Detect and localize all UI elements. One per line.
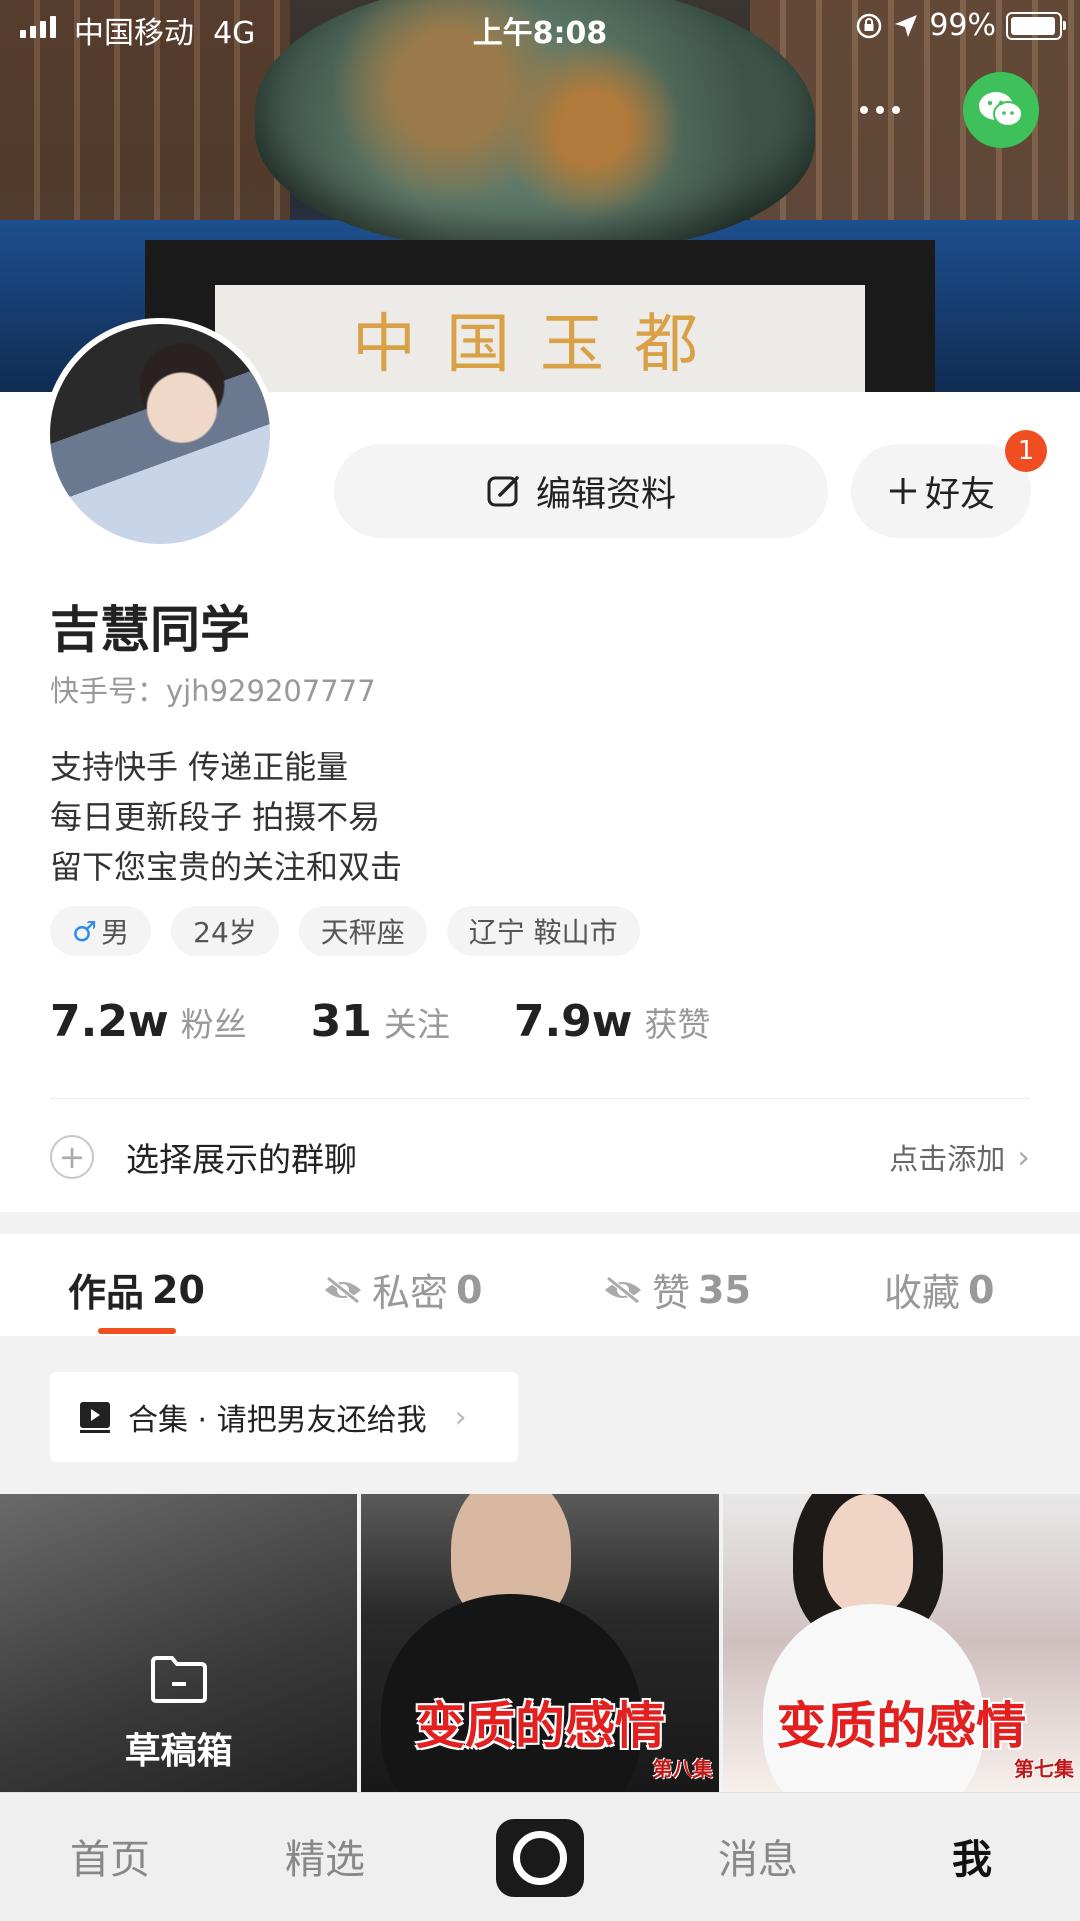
nav-me[interactable]: 我 [952,1827,992,1885]
collection-entry[interactable]: 合集 · 请把男友还给我 › [50,1372,518,1462]
male-icon: ♂ [72,914,98,948]
video-episode: 第七集 [1013,1757,1074,1781]
status-right: 99% [855,8,1066,43]
lock-rotation-icon [857,13,882,38]
group-chat-action[interactable]: 点击添加 [889,1136,1005,1178]
bio-line: 支持快手 传递正能量 [50,748,349,786]
video-episode: 第八集 [652,1757,713,1781]
edit-profile-label: 编辑资料 [535,474,676,515]
plus-icon [889,478,916,504]
folder-icon [150,1656,207,1703]
battery-percent: 99% [929,8,996,43]
video-tile[interactable]: 变质的感情 第七集 [722,1494,1080,1792]
profile-bio: 支持快手 传递正能量 每日更新段子 拍摄不易 留下您宝贵的关注和双击 [50,742,402,892]
nav-home[interactable]: 首页 [70,1827,150,1885]
profile-stats: 7.2w 粉丝 31 关注 7.9w 获赞 [50,996,774,1047]
video-tile[interactable]: 变质的感情 第八集 [361,1494,719,1792]
chevron-right-icon: › [454,1399,467,1435]
video-grid: 草稿箱 变质的感情 第八集 变质的感情 第七集 [0,1494,1080,1792]
plus-circle-icon: + [50,1135,94,1179]
edit-icon [487,476,519,507]
nav-featured[interactable]: 精选 [285,1827,365,1885]
group-chat-row[interactable]: + 选择展示的群聊 点击添加 › [50,1130,1030,1184]
group-chat-title: 选择展示的群聊 [126,1140,357,1179]
bio-line: 每日更新段子 拍摄不易 [50,798,381,836]
bottom-nav: 首页 精选 消息 我 [0,1792,1080,1921]
collection-label: 合集 · 请把男友还给我 [128,1403,427,1438]
video-title: 变质的感情 [414,1696,665,1755]
location-arrow-icon [895,14,918,37]
battery-icon [1006,11,1066,40]
eye-off-icon [325,1275,361,1304]
tab-works[interactable]: 作品 20 [68,1262,205,1317]
stat-following[interactable]: 31 关注 [311,996,450,1047]
active-tab-indicator [98,1328,176,1334]
more-icon[interactable] [850,98,910,122]
divider [50,1098,1030,1099]
stat-followers[interactable]: 7.2w 粉丝 [50,996,247,1047]
wechat-icon[interactable] [963,72,1039,148]
eye-off-icon [605,1275,641,1304]
status-bar: 中国移动 4G 上午8:08 99% [0,0,1080,54]
bio-line: 留下您宝贵的关注和双击 [50,848,403,886]
content-tabs: 作品 20 私密 0 赞 35 收藏 0 [0,1234,1080,1336]
play-square-icon [80,1402,110,1433]
kuaishou-id[interactable]: 快手号：yjh929207777 [50,668,376,710]
tab-private[interactable]: 私密 0 [322,1262,482,1317]
tag-zodiac[interactable]: 天秤座 [298,906,427,956]
avatar[interactable] [44,318,276,550]
camera-icon[interactable] [496,1819,584,1897]
video-title: 变质的感情 [776,1696,1027,1755]
tag-location[interactable]: 辽宁 鞍山市 [446,906,640,956]
tab-favorites[interactable]: 收藏 0 [884,1262,994,1317]
drafts-tile[interactable]: 草稿箱 [0,1494,358,1792]
add-friend-label: 好友 [924,474,995,515]
edit-profile-button[interactable]: 编辑资料 [334,444,828,538]
nav-messages[interactable]: 消息 [718,1827,798,1885]
friend-badge: 1 [1005,430,1047,472]
profile-name: 吉慧同学 [50,601,250,659]
stat-likes[interactable]: 7.9w 获赞 [514,996,711,1047]
tag-gender[interactable]: ♂ 男 [50,906,152,956]
tab-liked[interactable]: 赞 35 [602,1262,751,1317]
tag-age[interactable]: 24岁 [171,906,279,956]
drafts-label: 草稿箱 [124,1731,233,1772]
chevron-right-icon: › [1017,1138,1030,1176]
add-friend-button[interactable]: 好友 [851,444,1031,538]
banner-plaque: 中国玉都 [215,285,865,392]
profile-tags: ♂ 男 24岁 天秤座 辽宁 鞍山市 [50,906,640,956]
